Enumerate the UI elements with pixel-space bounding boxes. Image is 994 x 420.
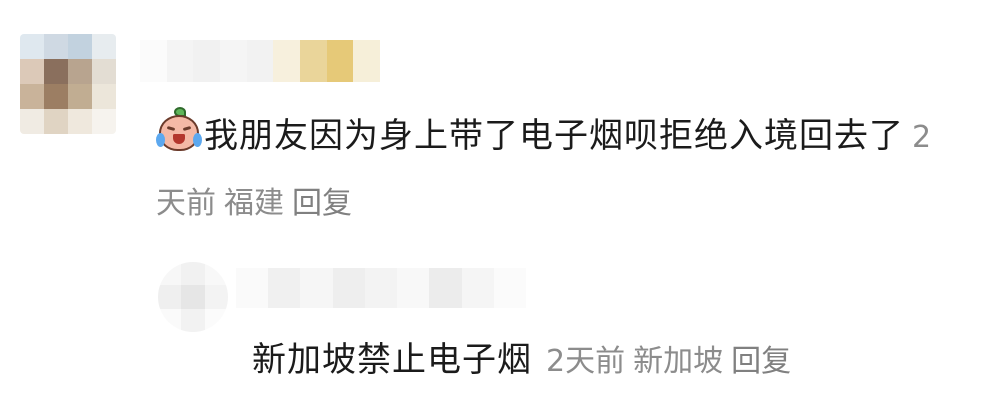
- reply-text: 新加坡禁止电子烟: [252, 340, 532, 380]
- comment-reply-button[interactable]: 回复: [292, 186, 352, 221]
- comment-text: 我朋友因为身上带了电子烟呗拒绝入境回去了: [204, 116, 904, 156]
- replier-avatar[interactable]: [158, 262, 228, 332]
- reply-meta: 2天前 新加坡 回复: [546, 344, 799, 379]
- reply-body: 新加坡禁止电子烟 2天前 新加坡 回复: [252, 330, 972, 392]
- commenter-username-redacted[interactable]: [140, 40, 380, 82]
- reply-reply-button[interactable]: 回复: [731, 344, 791, 379]
- replier-username-redacted[interactable]: [236, 268, 526, 308]
- comment-location: 福建: [224, 186, 284, 221]
- reply-time: 2天前: [546, 344, 626, 379]
- comment-body: 我朋友因为身上带了电子烟呗拒绝入境回去了 2天前 福建 回复: [156, 104, 956, 236]
- commenter-avatar[interactable]: [20, 34, 116, 134]
- reply-location: 新加坡: [633, 344, 724, 379]
- crying-face-emoji-icon: [156, 107, 202, 153]
